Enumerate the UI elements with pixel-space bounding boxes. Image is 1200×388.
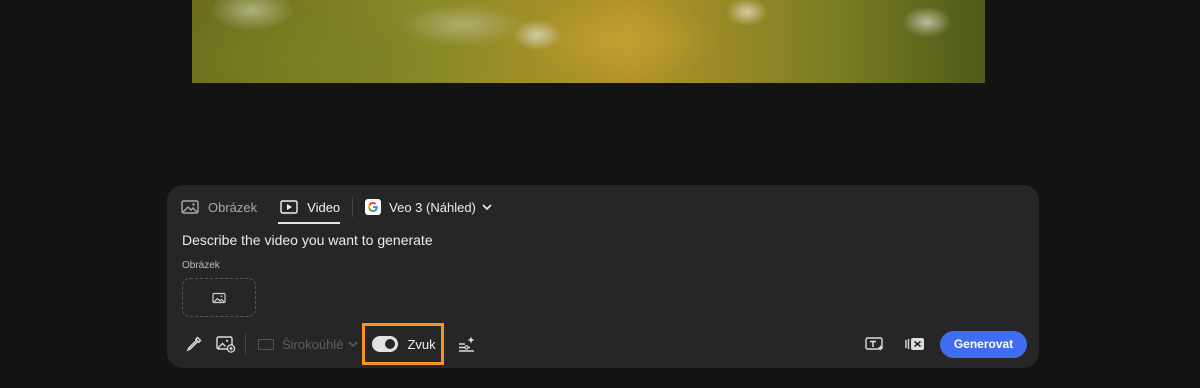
- tab-image-label: Obrázek: [208, 199, 258, 215]
- image-upload-label: Obrázek: [182, 260, 220, 271]
- image-icon: [212, 292, 226, 304]
- toolbar: Širokoúhlé Zvuk Generovat: [181, 323, 1027, 365]
- toolbar-divider: [245, 334, 246, 354]
- sparkle-motion-icon: [457, 335, 477, 353]
- video-settings-icon: [904, 336, 926, 352]
- toggle-knob: [385, 339, 396, 349]
- image-icon: [181, 199, 199, 215]
- eyedropper-button[interactable]: [181, 331, 207, 357]
- aspect-ratio-label: Širokoúhlé: [282, 336, 344, 352]
- effects-button[interactable]: [454, 331, 480, 357]
- tab-image[interactable]: Obrázek: [181, 196, 257, 218]
- model-selector[interactable]: Veo 3 (Náhled): [365, 199, 492, 215]
- image-add-icon: [216, 335, 236, 353]
- google-logo-icon: [365, 199, 382, 215]
- preview-image: [192, 0, 985, 83]
- tab-video-label: Video: [307, 199, 341, 215]
- text-style-button[interactable]: [862, 331, 888, 357]
- tab-video[interactable]: Video: [278, 196, 341, 224]
- aspect-ratio-select[interactable]: Širokoúhlé: [258, 337, 358, 352]
- chevron-down-icon: [482, 203, 492, 211]
- model-label: Veo 3 (Náhled): [389, 199, 476, 215]
- sound-toggle[interactable]: Zvuk: [362, 323, 445, 365]
- sound-label: Zvuk: [407, 336, 436, 352]
- add-reference-image-button[interactable]: [213, 331, 239, 357]
- mode-tabs: Obrázek Video Veo 3 (Náhled): [181, 196, 492, 224]
- eyedropper-icon: [185, 335, 203, 353]
- chevron-down-icon: [348, 340, 358, 348]
- video-settings-button[interactable]: [902, 331, 928, 357]
- aspect-ratio-icon: [258, 338, 274, 350]
- generate-button[interactable]: Generovat: [940, 330, 1027, 358]
- toggle-switch[interactable]: [372, 336, 399, 352]
- text-style-icon: [865, 336, 885, 352]
- prompt-panel: Obrázek Video Veo 3 (Náhled) Describe th…: [167, 185, 1039, 368]
- tab-divider: [352, 197, 354, 217]
- image-upload-dropzone[interactable]: [182, 278, 256, 317]
- prompt-input[interactable]: Describe the video you want to generate: [182, 232, 433, 248]
- video-play-icon: [280, 199, 298, 215]
